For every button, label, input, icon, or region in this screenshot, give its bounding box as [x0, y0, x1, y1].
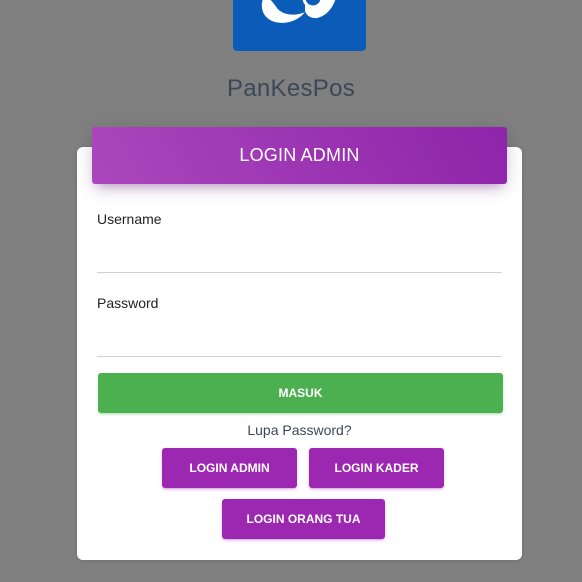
posyandu-logo-icon: [261, 0, 336, 23]
password-input[interactable]: [97, 326, 502, 357]
forgot-password-link[interactable]: Lupa Password?: [0, 422, 582, 438]
login-admin-button[interactable]: LOGIN ADMIN: [162, 448, 297, 488]
card-header-title: LOGIN ADMIN: [92, 127, 507, 184]
username-input[interactable]: [97, 242, 502, 273]
app-logo: [233, 0, 366, 51]
login-kader-button[interactable]: LOGIN KADER: [309, 448, 444, 488]
app-title: PanKesPos: [226, 75, 356, 102]
username-label: Username: [97, 211, 162, 227]
masuk-button[interactable]: MASUK: [98, 373, 503, 413]
login-orang-tua-button[interactable]: LOGIN ORANG TUA: [222, 499, 385, 539]
password-label: Password: [97, 295, 159, 311]
